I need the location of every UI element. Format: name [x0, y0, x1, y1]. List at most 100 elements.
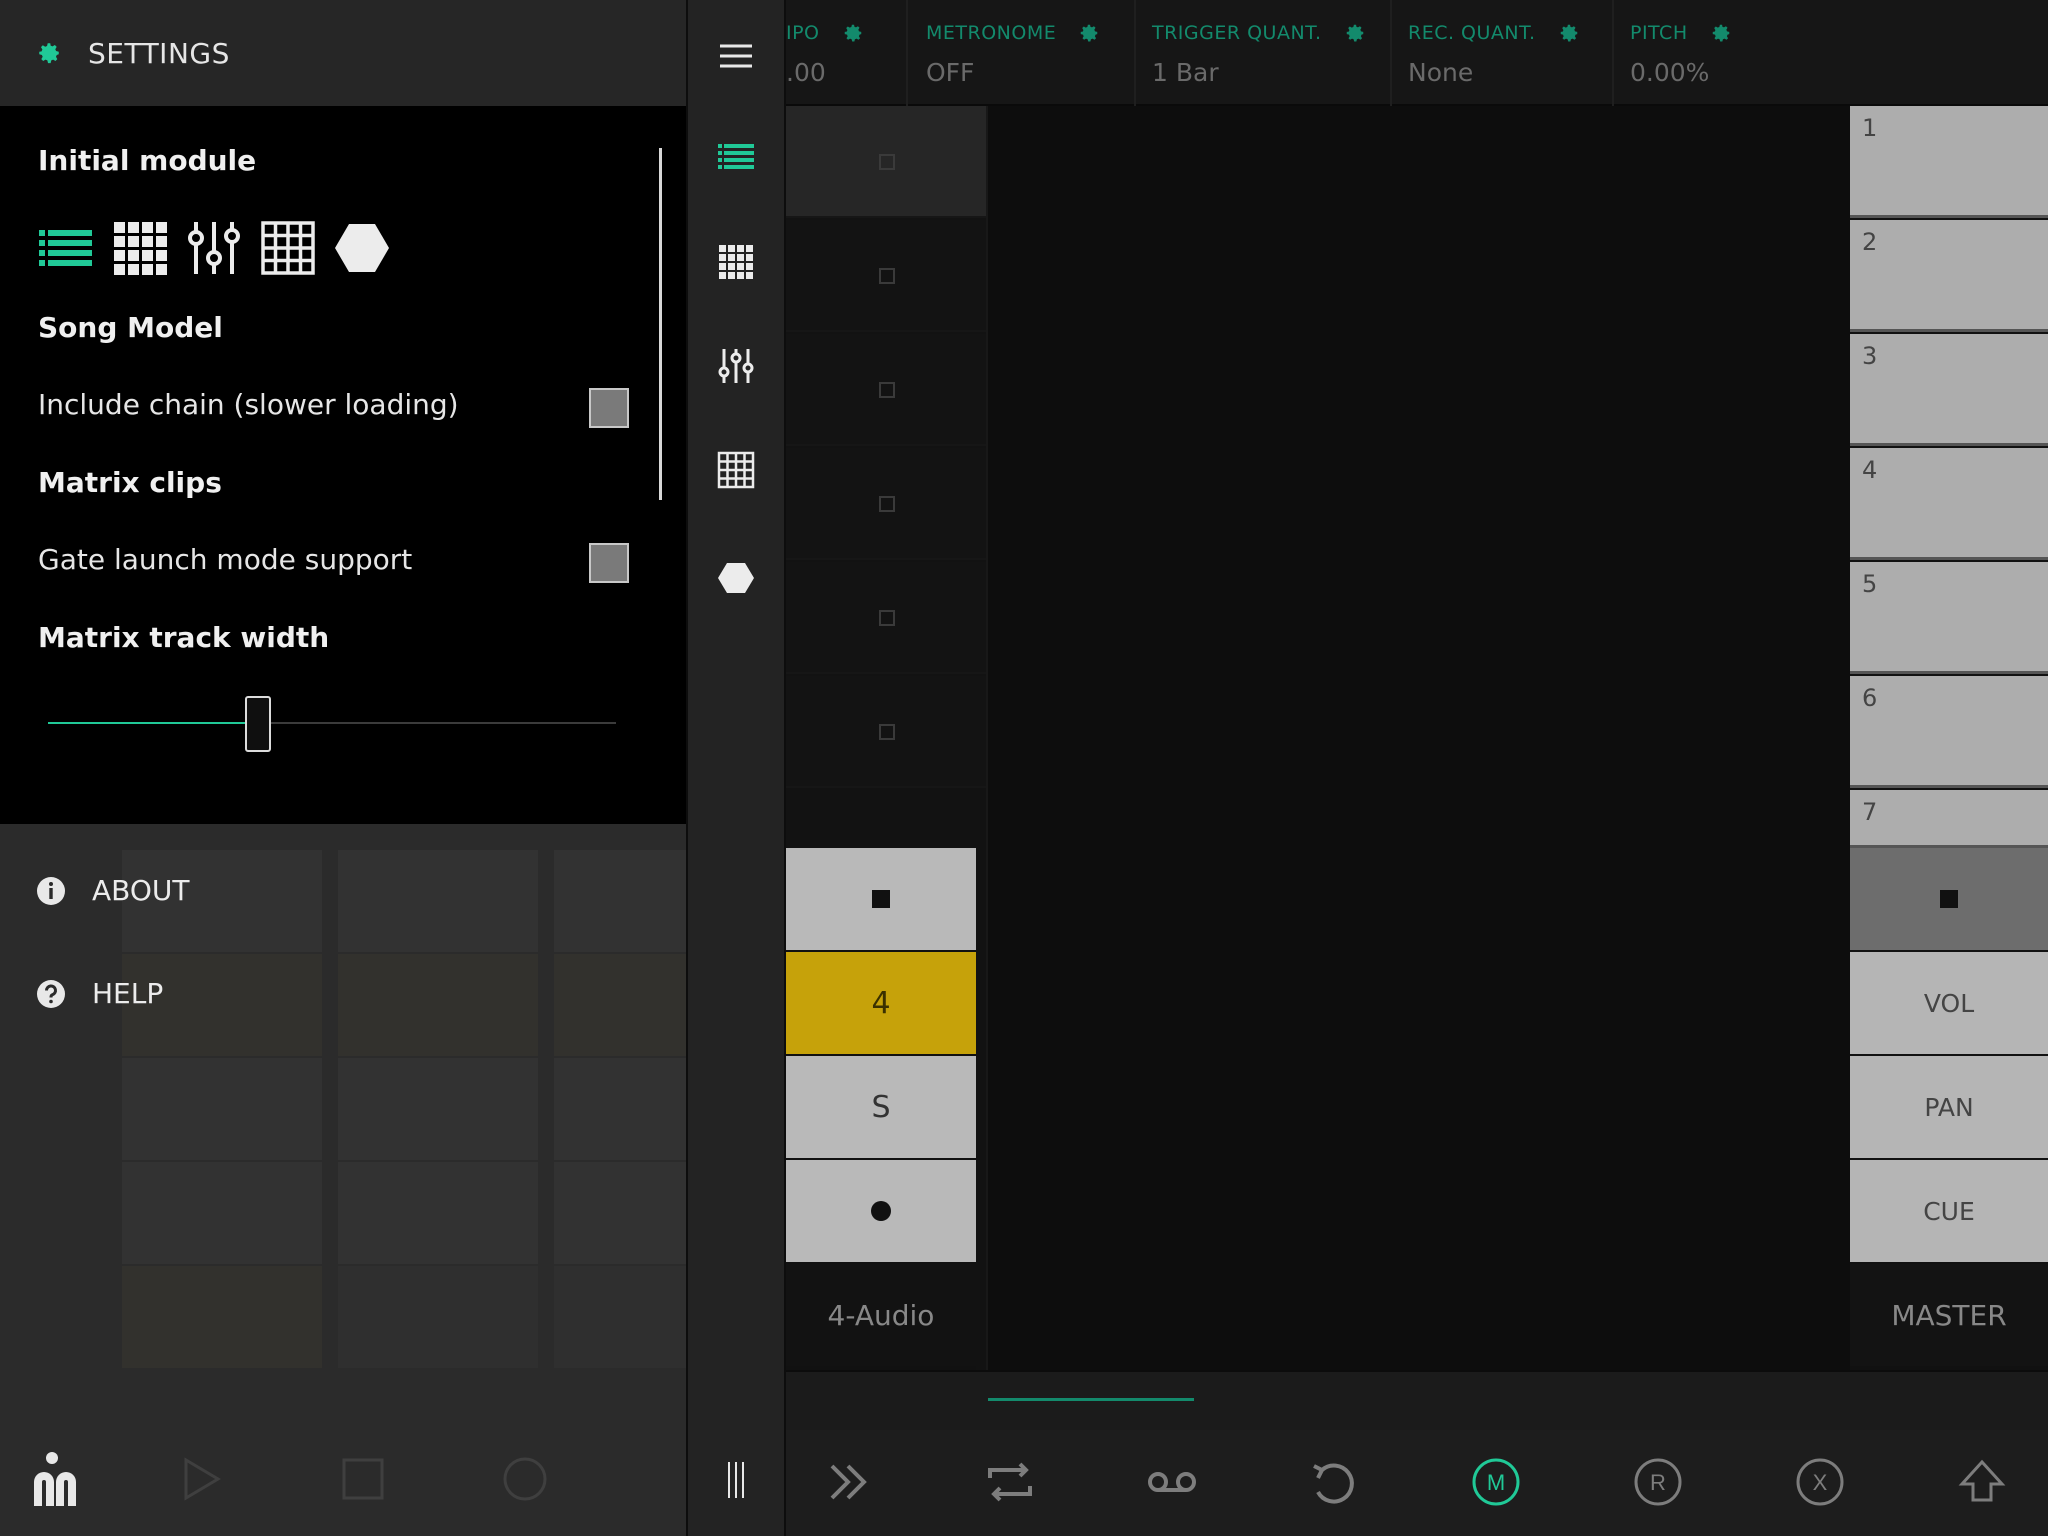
stop-icon — [872, 890, 890, 908]
help-label: HELP — [92, 977, 164, 1010]
hamburger-menu-icon — [720, 44, 752, 68]
empty-slot-icon — [879, 382, 895, 398]
trigger-quant-param[interactable]: TRIGGER QUANT. 1 Bar — [1152, 0, 1392, 106]
module-rail — [686, 0, 786, 1536]
matrix-list-icon[interactable] — [38, 220, 94, 276]
stop-icon — [342, 1458, 384, 1500]
scene-launch-6[interactable]: 6 — [1850, 676, 2048, 788]
rail-matrix-list[interactable] — [688, 118, 784, 198]
tempo-label: IPO — [786, 22, 820, 44]
app-logo-icon[interactable] — [30, 1448, 86, 1508]
master-vol-button[interactable]: VOL — [1850, 952, 2048, 1054]
hexagon-icon[interactable] — [334, 220, 390, 276]
about-label: ABOUT — [92, 874, 190, 907]
empty-clip-area — [986, 106, 1850, 1370]
follow-button[interactable] — [818, 1452, 878, 1512]
rec-quant-param[interactable]: REC. QUANT. None — [1408, 0, 1614, 106]
hexagon-icon — [718, 563, 754, 593]
r-label: R — [1650, 1470, 1666, 1495]
empty-slot-icon — [879, 496, 895, 512]
rail-sequencer[interactable] — [688, 430, 784, 510]
shift-icon — [1958, 1459, 2006, 1502]
r-button[interactable]: R — [1628, 1452, 1688, 1512]
record-dot-icon — [871, 1201, 891, 1221]
clip-slot[interactable] — [786, 106, 986, 218]
tempo-param[interactable]: IPO .00 — [786, 0, 908, 106]
scene-launch-7[interactable]: 7 — [1850, 790, 2048, 848]
trigger-quant-label: TRIGGER QUANT. — [1152, 22, 1322, 44]
song-model-heading: Song Model — [38, 311, 223, 344]
trigger-quant-value: 1 Bar — [1152, 58, 1219, 87]
include-chain-checkbox[interactable] — [589, 388, 629, 428]
menu-button[interactable] — [688, 16, 784, 96]
solo-button[interactable]: S — [786, 1056, 976, 1158]
session-record-button[interactable] — [1142, 1452, 1202, 1512]
shift-button[interactable] — [1952, 1452, 2012, 1512]
x-button[interactable]: X — [1790, 1452, 1850, 1512]
slider-fill — [48, 722, 259, 724]
master-name: MASTER — [1850, 1264, 2048, 1366]
scroll-thumb[interactable] — [988, 1398, 1194, 1401]
x-label: X — [1813, 1470, 1828, 1495]
empty-slot-icon — [879, 154, 895, 170]
slider-thumb[interactable] — [245, 696, 272, 752]
rail-hexagon[interactable] — [688, 538, 784, 618]
clip-slot[interactable] — [786, 334, 986, 446]
clip-grid-icon — [719, 245, 753, 279]
scene-launch-1[interactable]: 1 — [1850, 106, 2048, 218]
stop-all-button[interactable] — [1850, 848, 2048, 950]
metronome-value: OFF — [926, 58, 975, 87]
help-menu-item[interactable]: HELP — [36, 977, 163, 1010]
clip-slot[interactable] — [786, 220, 986, 332]
master-pan-button[interactable]: PAN — [1850, 1056, 2048, 1158]
clip-slot[interactable] — [786, 562, 986, 674]
track-stop-button[interactable] — [786, 848, 976, 950]
loop-icon — [988, 1462, 1032, 1502]
pitch-value: 0.00% — [1630, 58, 1710, 87]
rail-clip-grid[interactable] — [688, 222, 784, 302]
loop-button[interactable] — [980, 1452, 1040, 1512]
gear-icon[interactable] — [1558, 22, 1580, 44]
gate-launch-checkbox[interactable] — [589, 543, 629, 583]
undo-button[interactable] — [1304, 1452, 1364, 1512]
initial-module-selector — [38, 220, 390, 276]
rail-mixer[interactable] — [688, 326, 784, 406]
rail-handle[interactable] — [688, 1440, 784, 1520]
scene-launch-5[interactable]: 5 — [1850, 562, 2048, 674]
tape-icon — [1148, 1472, 1196, 1492]
about-menu-item[interactable]: ABOUT — [36, 874, 190, 907]
master-cue-button[interactable]: CUE — [1850, 1160, 2048, 1262]
track-number-button[interactable]: 4 — [786, 952, 976, 1054]
mixer-icon[interactable] — [186, 220, 242, 276]
m-button[interactable]: M — [1466, 1452, 1526, 1512]
x-circle-icon: X — [1796, 1458, 1844, 1506]
matrix-list-icon — [718, 144, 754, 169]
clip-slot[interactable] — [786, 676, 986, 788]
clip-slot[interactable] — [786, 448, 986, 560]
scene-launch-3[interactable]: 3 — [1850, 334, 2048, 446]
stop-icon — [1940, 890, 1958, 908]
gear-icon[interactable] — [1710, 22, 1732, 44]
undo-icon — [1313, 1463, 1354, 1504]
empty-slot-icon — [879, 268, 895, 284]
metronome-param[interactable]: METRONOME OFF — [926, 0, 1136, 106]
record-icon — [503, 1457, 547, 1501]
clip-grid-icon[interactable] — [112, 220, 168, 276]
drag-handle-icon — [728, 1462, 744, 1498]
r-circle-icon: R — [1634, 1458, 1682, 1506]
gear-icon[interactable] — [1078, 22, 1100, 44]
tempo-value: .00 — [786, 58, 826, 87]
settings-scrollbar[interactable] — [659, 148, 662, 500]
m-circle-icon: M — [1472, 1458, 1520, 1506]
pitch-param[interactable]: PITCH 0.00% — [1630, 0, 1830, 106]
gear-icon[interactable] — [1344, 22, 1366, 44]
sequencer-grid-icon[interactable] — [260, 220, 316, 276]
track-name[interactable]: 4-Audio — [786, 1264, 976, 1366]
scene-launch-4[interactable]: 4 — [1850, 448, 2048, 560]
scene-launch-2[interactable]: 2 — [1850, 220, 2048, 332]
gear-icon — [39, 43, 59, 64]
master-column: 1 2 3 4 5 6 7 VOL PAN CUE MASTER — [1850, 106, 2048, 1370]
gear-icon[interactable] — [842, 22, 864, 44]
horizontal-scrollbar[interactable] — [786, 1370, 2048, 1430]
arm-button[interactable] — [786, 1160, 976, 1262]
